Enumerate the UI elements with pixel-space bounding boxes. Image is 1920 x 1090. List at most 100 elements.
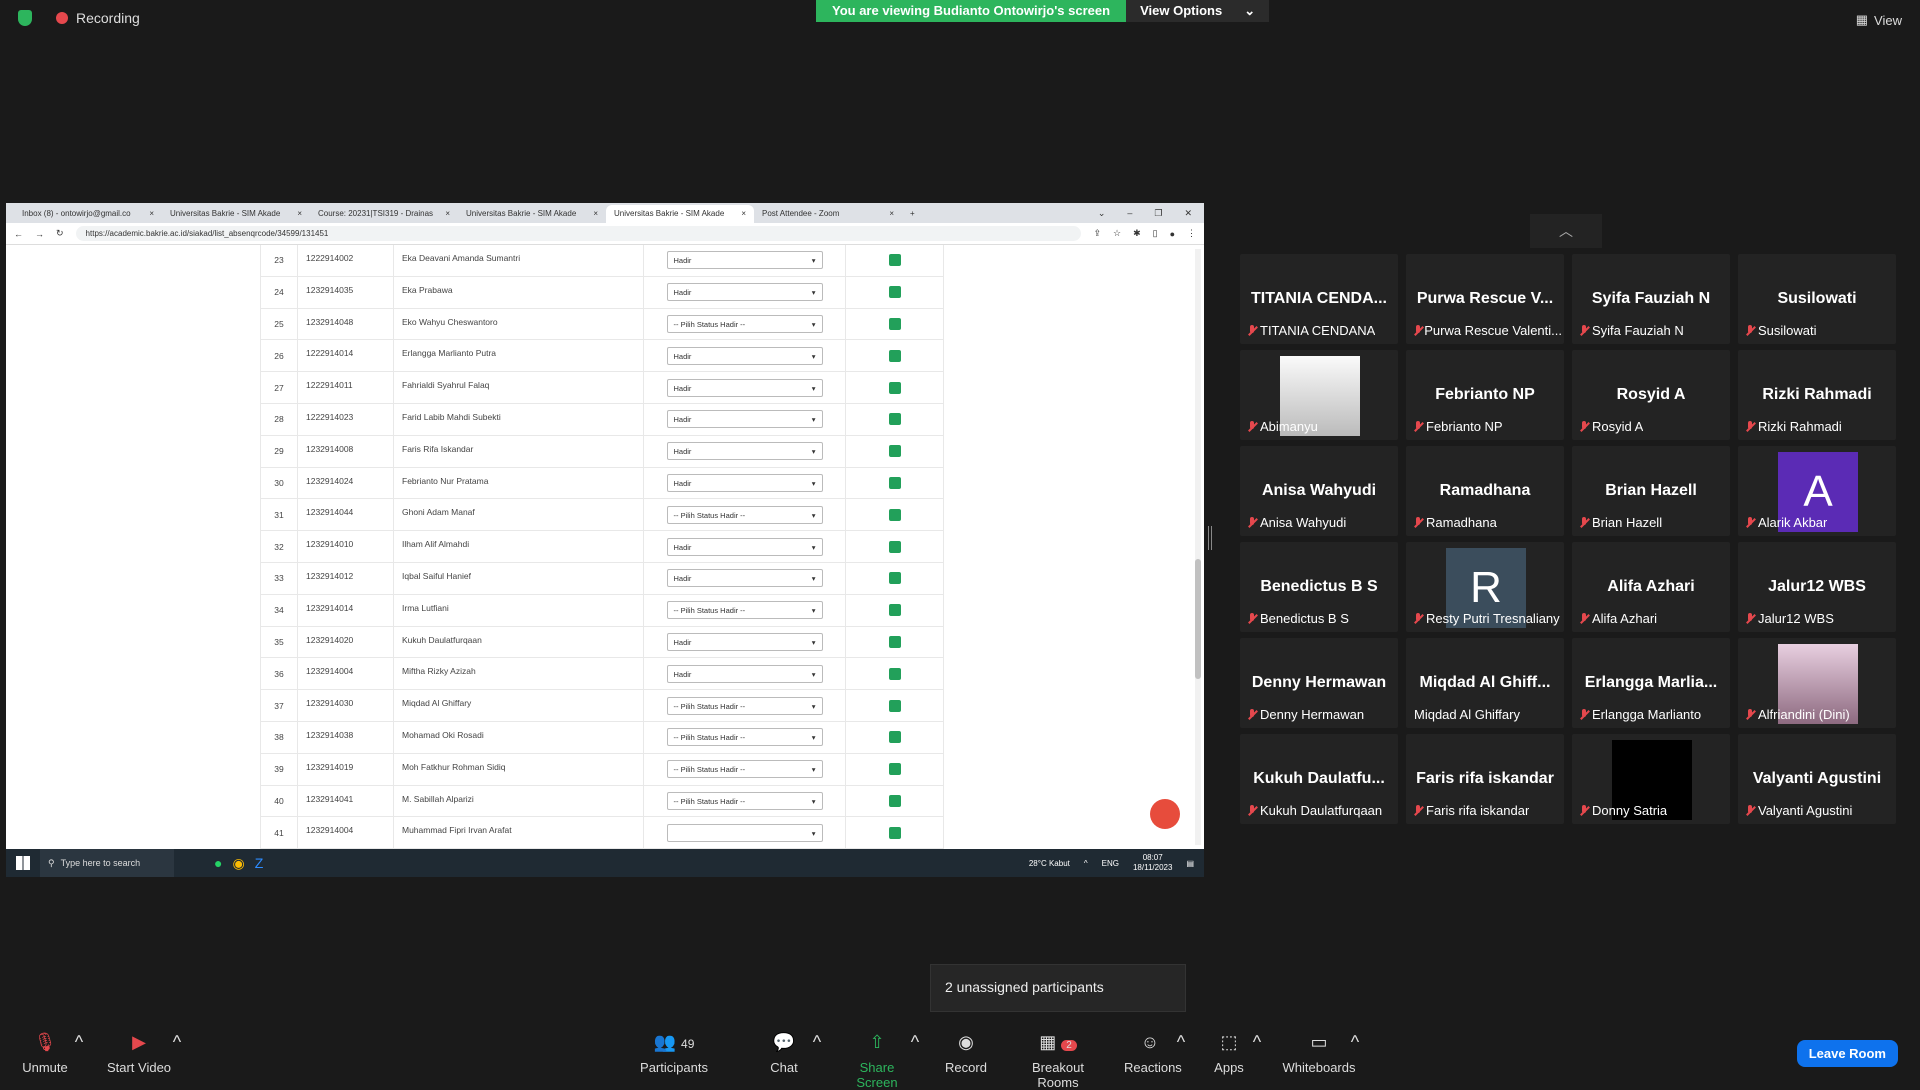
participant-tile[interactable]: Rizki Rahmadi Rizki Rahmadi bbox=[1738, 350, 1896, 440]
status-select[interactable]: -- Pilih Status Hadir -- ▾ bbox=[666, 760, 823, 779]
whiteboards-button[interactable]: ▭ Whiteboards bbox=[1282, 1032, 1356, 1075]
video-options-chevron-icon[interactable]: ^ bbox=[170, 1032, 184, 1060]
status-select[interactable]: -- Pilih Status Hadir -- ▾ bbox=[666, 505, 823, 524]
extensions-icon[interactable]: ✱ bbox=[1133, 228, 1141, 239]
share-screen-button[interactable]: ⇧ Share Screen bbox=[842, 1032, 912, 1090]
browser-tab[interactable]: Course: 20231|TSI319 - Drainas × bbox=[310, 205, 458, 223]
close-window-icon[interactable]: ✕ bbox=[1184, 208, 1192, 219]
unmute-button[interactable]: 🎙 Unmute bbox=[22, 1032, 68, 1075]
participant-tile[interactable]: Erlangga Marlia... Erlangga Marlianto bbox=[1572, 638, 1730, 728]
tab-search-icon[interactable]: ⌄ bbox=[1098, 208, 1106, 219]
back-icon[interactable]: ← bbox=[14, 229, 23, 239]
whiteboard-chevron-icon[interactable]: ^ bbox=[1348, 1032, 1362, 1060]
whatsapp-icon[interactable]: ● bbox=[214, 855, 222, 871]
participants-button[interactable]: 👥 49 Participants bbox=[640, 1032, 708, 1075]
participant-tile[interactable]: R Resty Putri Tresnaliany bbox=[1406, 542, 1564, 632]
save-icon[interactable] bbox=[888, 667, 901, 680]
save-icon[interactable] bbox=[888, 445, 901, 458]
participant-tile[interactable]: Purwa Rescue V... Purwa Rescue Valenti... bbox=[1406, 254, 1564, 344]
audio-options-chevron-icon[interactable]: ^ bbox=[72, 1032, 86, 1060]
status-select[interactable]: Hadir ▾ bbox=[666, 473, 823, 492]
participant-tile[interactable]: Rosyid A Rosyid A bbox=[1572, 350, 1730, 440]
participant-tile[interactable]: Ramadhana Ramadhana bbox=[1406, 446, 1564, 536]
status-select[interactable]: Hadir ▾ bbox=[666, 283, 823, 302]
chat-widget-icon[interactable] bbox=[1150, 799, 1180, 829]
status-select[interactable]: -- Pilih Status Hadir -- ▾ bbox=[666, 601, 823, 620]
record-button[interactable]: ◉ Record bbox=[944, 1032, 988, 1075]
participant-tile[interactable]: Alfriandini (Dini) bbox=[1738, 638, 1896, 728]
save-icon[interactable] bbox=[888, 731, 901, 744]
save-icon[interactable] bbox=[888, 763, 901, 776]
language-label[interactable]: ENG bbox=[1102, 859, 1119, 868]
participant-tile[interactable]: Abimanyu bbox=[1240, 350, 1398, 440]
participant-tile[interactable]: A Alarik Akbar bbox=[1738, 446, 1896, 536]
close-icon[interactable]: × bbox=[741, 209, 746, 219]
menu-icon[interactable]: ⋮ bbox=[1187, 228, 1196, 239]
participant-tile[interactable]: Denny Hermawan Denny Hermawan bbox=[1240, 638, 1398, 728]
unassigned-participants-popup[interactable]: 2 unassigned participants bbox=[930, 964, 1186, 1012]
status-select[interactable]: Hadir ▾ bbox=[666, 537, 823, 556]
status-select[interactable]: Hadir ▾ bbox=[666, 569, 823, 588]
save-icon[interactable] bbox=[888, 508, 901, 521]
view-button[interactable]: ▦ View bbox=[1856, 12, 1902, 28]
recording-indicator[interactable]: Recording bbox=[18, 10, 140, 26]
save-icon[interactable] bbox=[888, 286, 901, 299]
participant-tile[interactable]: Miqdad Al Ghiff... Miqdad Al Ghiffary bbox=[1406, 638, 1564, 728]
tray-chevron-icon[interactable]: ^ bbox=[1084, 859, 1088, 868]
save-icon[interactable] bbox=[888, 476, 901, 489]
participant-tile[interactable]: Anisa Wahyudi Anisa Wahyudi bbox=[1240, 446, 1398, 536]
participant-tile[interactable]: Syifa Fauziah N Syifa Fauziah N bbox=[1572, 254, 1730, 344]
leave-room-button[interactable]: Leave Room bbox=[1796, 1040, 1898, 1067]
chrome-icon[interactable]: ◉ bbox=[232, 855, 244, 872]
save-icon[interactable] bbox=[888, 381, 901, 394]
status-select[interactable]: Hadir ▾ bbox=[666, 346, 823, 365]
reactions-chevron-icon[interactable]: ^ bbox=[1174, 1032, 1188, 1060]
share-icon[interactable]: ⇪ bbox=[1093, 228, 1101, 239]
reload-icon[interactable]: ↻ bbox=[56, 228, 64, 239]
close-icon[interactable]: × bbox=[593, 209, 598, 219]
browser-tab-active[interactable]: Universitas Bakrie - SIM Akade × bbox=[606, 205, 754, 223]
apps-button[interactable]: ⬚ Apps bbox=[1214, 1032, 1244, 1075]
save-icon[interactable] bbox=[888, 794, 901, 807]
save-icon[interactable] bbox=[888, 349, 901, 362]
status-select[interactable]: Hadir ▾ bbox=[666, 442, 823, 461]
participant-tile[interactable]: Jalur12 WBS Jalur12 WBS bbox=[1738, 542, 1896, 632]
status-select[interactable]: -- Pilih Status Hadir -- ▾ bbox=[666, 314, 823, 333]
save-icon[interactable] bbox=[888, 604, 901, 617]
save-icon[interactable] bbox=[888, 254, 901, 267]
status-select[interactable]: Hadir ▾ bbox=[666, 251, 823, 270]
status-select[interactable]: -- Pilih Status Hadir -- ▾ bbox=[666, 696, 823, 715]
close-icon[interactable]: × bbox=[889, 209, 894, 219]
sidepanel-icon[interactable]: ▯ bbox=[1153, 228, 1158, 239]
participant-tile[interactable]: Benedictus B S Benedictus B S bbox=[1240, 542, 1398, 632]
weather-label[interactable]: 28°C Kabut bbox=[1029, 859, 1070, 868]
save-icon[interactable] bbox=[888, 635, 901, 648]
windows-start-icon[interactable] bbox=[16, 856, 30, 870]
browser-tab[interactable]: Universitas Bakrie - SIM Akade × bbox=[162, 205, 310, 223]
close-icon[interactable]: × bbox=[149, 209, 154, 219]
status-select[interactable]: Hadir ▾ bbox=[666, 632, 823, 651]
save-icon[interactable] bbox=[888, 826, 901, 839]
participant-tile[interactable]: Alifa Azhari Alifa Azhari bbox=[1572, 542, 1730, 632]
clock[interactable]: 08:07 18/11/2023 bbox=[1133, 853, 1172, 873]
status-select[interactable]: -- Pilih Status Hadir -- ▾ bbox=[666, 728, 823, 747]
participant-tile[interactable]: Febrianto NP Febrianto NP bbox=[1406, 350, 1564, 440]
status-select[interactable]: -- Pilih Status Hadir -- ▾ bbox=[666, 791, 823, 810]
status-select[interactable]: Hadir ▾ bbox=[666, 664, 823, 683]
start-video-button[interactable]: ▶ Start Video bbox=[106, 1032, 172, 1075]
view-options-button[interactable]: View Options ⌄ bbox=[1126, 0, 1270, 22]
star-icon[interactable]: ☆ bbox=[1113, 228, 1121, 239]
save-icon[interactable] bbox=[888, 317, 901, 330]
url-field[interactable]: https://academic.bakrie.ac.id/siakad/lis… bbox=[75, 226, 1082, 241]
minimize-icon[interactable]: – bbox=[1127, 208, 1132, 219]
status-select[interactable]: Hadir ▾ bbox=[666, 378, 823, 397]
scrollbar-thumb[interactable] bbox=[1195, 559, 1201, 679]
browser-tab[interactable]: Inbox (8) - ontowirjo@gmail.co × bbox=[14, 205, 162, 223]
profile-icon[interactable]: ● bbox=[1170, 229, 1175, 239]
participant-tile[interactable]: Valyanti Agustini Valyanti Agustini bbox=[1738, 734, 1896, 824]
participant-tile[interactable]: Brian Hazell Brian Hazell bbox=[1572, 446, 1730, 536]
restore-icon[interactable]: ❐ bbox=[1154, 208, 1162, 219]
participant-tile[interactable]: TITANIA CENDA... TITANIA CENDANA bbox=[1240, 254, 1398, 344]
share-options-chevron-icon[interactable]: ^ bbox=[908, 1032, 922, 1060]
new-tab-icon[interactable]: + bbox=[902, 205, 922, 223]
